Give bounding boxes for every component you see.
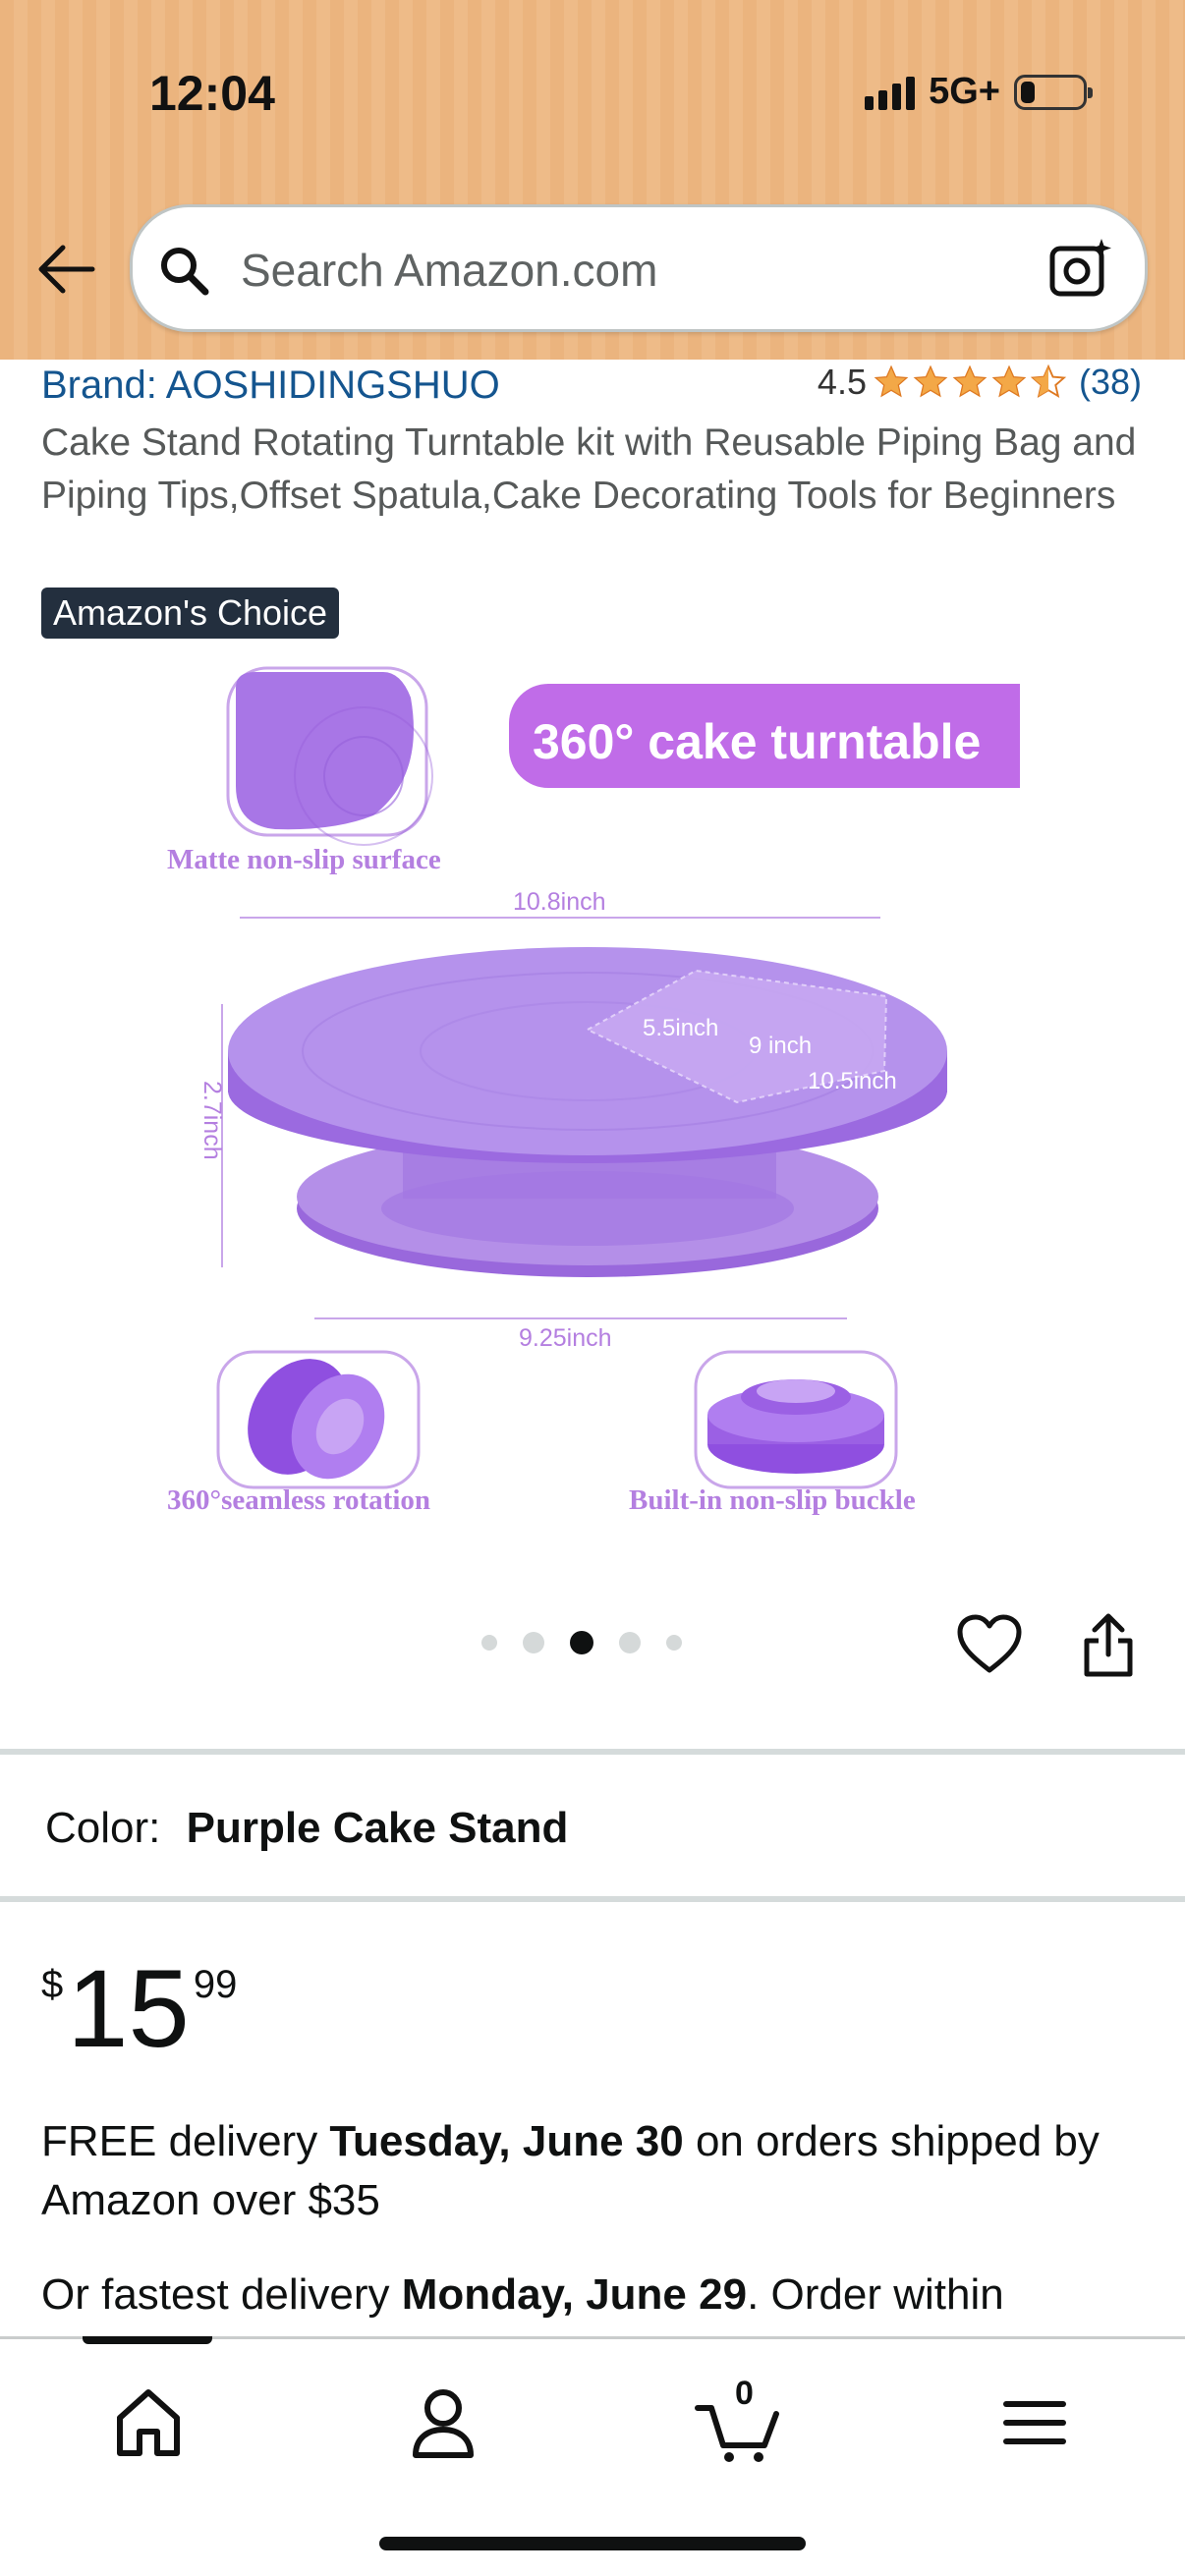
battery-icon	[1014, 74, 1093, 110]
color-value: Purple Cake Stand	[186, 1804, 569, 1852]
price-fraction: 99	[193, 1963, 238, 2006]
dimension-inner-2: 9 inch	[749, 1033, 812, 1059]
home-icon[interactable]	[104, 2379, 193, 2467]
star-rating	[873, 364, 1067, 401]
star-icon	[952, 364, 988, 398]
color-label: Color:	[45, 1804, 161, 1852]
nav-active-indicator	[83, 2336, 212, 2344]
dimension-inner-3: 10.5inch	[808, 1068, 897, 1094]
cart-icon[interactable]: 0	[694, 2375, 782, 2467]
section-divider	[0, 1896, 1185, 1902]
delivery-prefix: FREE delivery	[41, 2117, 330, 2165]
free-delivery-info: FREE delivery Tuesday, June 30 on orders…	[41, 2112, 1152, 2230]
half-star-icon	[1030, 364, 1067, 399]
image-caption-rotation: 360°seamless rotation	[167, 1484, 430, 1516]
share-icon[interactable]	[1079, 1611, 1138, 1680]
image-banner-text: 360° cake turntable	[533, 714, 981, 769]
image-carousel-dots[interactable]	[481, 1631, 682, 1654]
price: $ 15 99	[41, 1947, 238, 2070]
back-arrow-icon[interactable]	[35, 244, 96, 295]
status-indicators: 5G+	[865, 71, 1093, 113]
section-divider	[0, 1749, 1185, 1755]
cart-count: 0	[735, 2375, 754, 2412]
heart-icon[interactable]	[955, 1613, 1024, 1676]
search-input[interactable]	[241, 237, 1027, 304]
fastest-prefix: Or fastest delivery	[41, 2270, 402, 2319]
search-bar[interactable]	[130, 204, 1148, 332]
price-whole: 15	[67, 1947, 190, 2070]
dimension-inner-1: 5.5inch	[643, 1015, 718, 1041]
network-type: 5G+	[929, 71, 1000, 112]
color-selector[interactable]: Color: Purple Cake Stand	[45, 1804, 568, 1853]
header: 12:04 5G+	[0, 0, 1185, 360]
carousel-dot[interactable]	[523, 1632, 544, 1653]
home-indicator[interactable]	[379, 2537, 806, 2550]
search-icon	[158, 245, 211, 298]
rating-summary[interactable]: 4.5 (38)	[818, 362, 1142, 403]
buckle-closeup-image	[694, 1350, 898, 1489]
fastest-delivery-info: Or fastest delivery Monday, June 29. Ord…	[41, 2266, 1161, 2324]
carousel-dot-active[interactable]	[570, 1631, 593, 1654]
amazons-choice-badge[interactable]: Amazon's Choice	[41, 588, 339, 639]
star-icon	[991, 364, 1027, 398]
signal-icon	[865, 75, 916, 110]
carousel-dot[interactable]	[619, 1632, 641, 1653]
rotation-closeup-image	[216, 1350, 421, 1489]
carousel-dot[interactable]	[481, 1635, 497, 1651]
dimension-width-bottom: 9.25inch	[519, 1324, 612, 1352]
status-time: 12:04	[149, 66, 275, 121]
fastest-date: Monday, June 29	[401, 2270, 748, 2319]
price-symbol: $	[41, 1963, 64, 2006]
camera-lens-icon[interactable]	[1046, 235, 1115, 304]
rating-count: (38)	[1078, 362, 1142, 402]
dimension-height: 2.7inch	[198, 1081, 226, 1160]
menu-icon[interactable]	[990, 2379, 1079, 2467]
surface-closeup-image	[226, 666, 433, 846]
dimension-width-top: 10.8inch	[513, 888, 606, 916]
account-icon[interactable]	[399, 2379, 487, 2467]
fastest-suffix: . Order within	[747, 2270, 1004, 2319]
image-caption-surface: Matte non-slip surface	[167, 844, 441, 875]
star-icon	[913, 364, 948, 398]
product-title: Cake Stand Rotating Turntable kit with R…	[41, 421, 1137, 517]
star-icon	[874, 364, 909, 398]
delivery-date: Tuesday, June 30	[329, 2117, 684, 2165]
carousel-dot[interactable]	[666, 1635, 682, 1651]
rating-value: 4.5	[817, 362, 867, 402]
image-caption-buckle: Built-in non-slip buckle	[629, 1484, 916, 1516]
brand-link[interactable]: Brand: AOSHIDINGSHUO	[41, 364, 500, 408]
product-image[interactable]: Matte non-slip surface 360° cake turntab…	[157, 658, 1042, 1523]
